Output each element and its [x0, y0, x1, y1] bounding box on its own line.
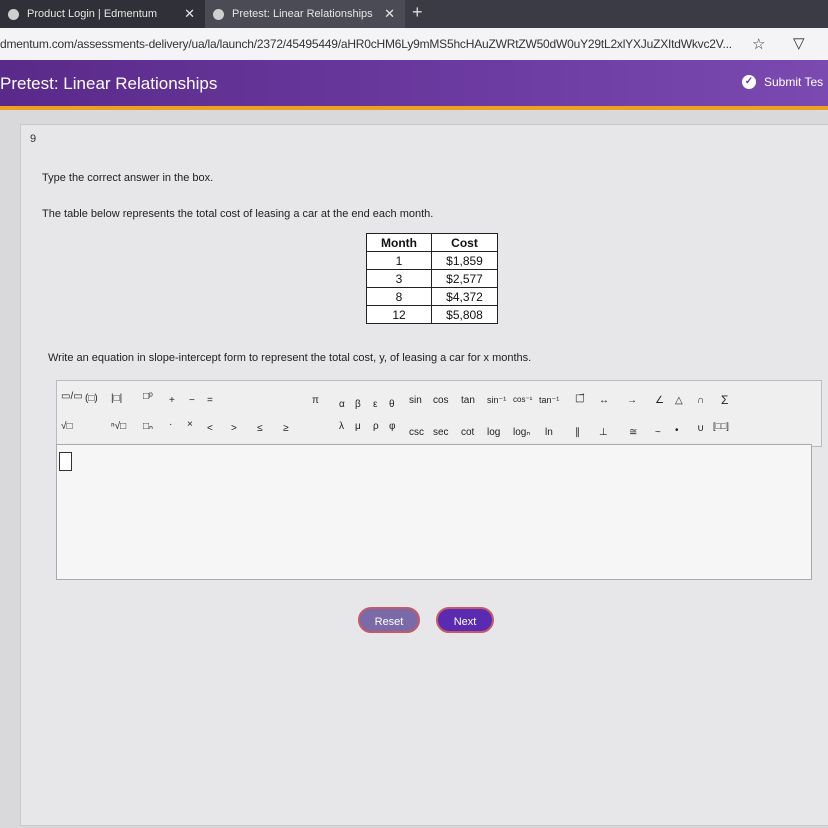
plus-button[interactable]: +	[169, 395, 175, 406]
minus-button[interactable]: −	[189, 395, 195, 406]
line-button[interactable]: ↔	[599, 395, 609, 406]
congruent-button[interactable]: ≅	[629, 427, 637, 438]
new-tab-button[interactable]: +	[412, 2, 423, 23]
table-row: 1 $1,859	[366, 251, 498, 270]
math-toolbar: ▭/▭ (□) |□| □ᵖ + − = π α β ε θ sin cos t…	[56, 380, 822, 447]
sin-button[interactable]: sin	[409, 395, 422, 406]
sec-button[interactable]: sec	[433, 427, 449, 438]
exponent-button[interactable]: □ᵖ	[143, 391, 153, 402]
bookmark-star-icon[interactable]: ☆	[752, 35, 765, 53]
log-button[interactable]: log	[487, 427, 500, 438]
close-tab-icon[interactable]: ✕	[384, 6, 395, 22]
subscript-button[interactable]: □ₙ	[143, 421, 153, 432]
parentheses-button[interactable]: (□)	[85, 393, 98, 404]
cost-cell: $4,372	[431, 287, 498, 306]
ray-button[interactable]: →	[627, 395, 637, 406]
reset-button[interactable]: Reset	[358, 607, 420, 633]
month-cell: 12	[366, 305, 432, 324]
tab-edmentum-login[interactable]: Product Login | Edmentum ✕	[0, 0, 205, 28]
tan-button[interactable]: tan	[461, 395, 475, 406]
table-header-row: Month Cost	[366, 233, 498, 252]
prompt-text: The table below represents the total cos…	[42, 208, 434, 220]
browser-tab-bar: Product Login | Edmentum ✕ Pretest: Line…	[0, 0, 828, 28]
alpha-button[interactable]: α	[339, 399, 345, 410]
rho-button[interactable]: ρ	[373, 421, 379, 432]
arctan-button[interactable]: tan⁻¹	[539, 395, 559, 406]
question-number: 9	[30, 133, 37, 145]
angle-button[interactable]: ∠	[655, 395, 664, 406]
ln-button[interactable]: ln	[545, 427, 553, 438]
mu-button[interactable]: μ	[355, 421, 361, 432]
next-button[interactable]: Next	[436, 607, 494, 633]
instruction-text: Type the correct answer in the box.	[42, 172, 214, 184]
month-cell: 1	[366, 251, 432, 270]
beta-button[interactable]: β	[355, 399, 361, 410]
month-cell: 8	[366, 287, 432, 306]
intersection-button[interactable]: ∩	[697, 395, 704, 406]
edmentum-favicon-icon	[8, 8, 19, 20]
pocket-icon[interactable]: ▽	[793, 34, 805, 52]
task-text: Write an equation in slope-intercept for…	[48, 352, 532, 364]
table-row: 8 $4,372	[366, 287, 498, 306]
times-button[interactable]: ×	[187, 419, 193, 430]
month-cell: 3	[366, 269, 432, 288]
nth-root-button[interactable]: ⁿ√□	[111, 421, 126, 432]
similar-button[interactable]: ~	[655, 427, 661, 438]
tab-label: Pretest: Linear Relationships	[232, 8, 373, 20]
column-header: Cost	[431, 233, 498, 252]
address-bar[interactable]: dmentum.com/assessments-delivery/ua/la/l…	[0, 28, 828, 61]
edmentum-favicon-icon	[213, 8, 224, 20]
cot-button[interactable]: cot	[461, 427, 474, 438]
less-equal-button[interactable]: ≤	[257, 423, 263, 434]
greater-equal-button[interactable]: ≥	[283, 423, 289, 434]
submit-test-button[interactable]: ✓ Submit Tes	[742, 75, 823, 89]
dot-button[interactable]: ·	[169, 419, 172, 430]
vector-button[interactable]: □⃗	[575, 393, 584, 404]
matrix-button[interactable]: [□□]	[713, 421, 729, 431]
cost-table: Month Cost 1 $1,859 3 $2,577 8 $4,372 12…	[366, 233, 498, 324]
arccos-button[interactable]: cos⁻¹	[513, 395, 532, 404]
tab-label: Product Login | Edmentum	[27, 8, 158, 20]
epsilon-button[interactable]: ε	[373, 399, 377, 410]
greater-than-button[interactable]: >	[231, 423, 237, 434]
csc-button[interactable]: csc	[409, 427, 424, 438]
union-button[interactable]: ∪	[697, 423, 704, 434]
summation-button[interactable]: Σ	[721, 393, 728, 407]
bullet-button[interactable]: •	[675, 425, 679, 436]
cos-button[interactable]: cos	[433, 395, 449, 406]
input-placeholder-box	[59, 452, 72, 471]
absolute-value-button[interactable]: |□|	[111, 393, 122, 404]
close-tab-icon[interactable]: ✕	[184, 6, 195, 22]
triangle-button[interactable]: △	[675, 395, 683, 406]
phi-button[interactable]: φ	[389, 421, 395, 432]
parallel-button[interactable]: ∥	[575, 427, 580, 438]
answer-input[interactable]	[56, 444, 812, 580]
page-title: Pretest: Linear Relationships	[0, 74, 218, 93]
log-base-button[interactable]: logₙ	[513, 427, 530, 438]
url-text[interactable]: dmentum.com/assessments-delivery/ua/la/l…	[0, 37, 732, 51]
pi-button[interactable]: π	[312, 395, 319, 406]
submit-label: Submit Tes	[764, 75, 824, 89]
square-root-button[interactable]: √□	[61, 421, 73, 432]
tab-pretest[interactable]: Pretest: Linear Relationships ✕	[205, 0, 405, 28]
less-than-button[interactable]: <	[207, 423, 213, 434]
equals-button[interactable]: =	[207, 395, 213, 406]
perpendicular-button[interactable]: ⊥	[599, 427, 608, 438]
column-header: Month	[366, 233, 432, 252]
assessment-header: Pretest: Linear Relationships ✓ Submit T…	[0, 60, 828, 110]
fraction-button[interactable]: ▭/▭	[61, 391, 83, 402]
cost-cell: $2,577	[431, 269, 498, 288]
check-icon: ✓	[742, 75, 756, 89]
table-row: 12 $5,808	[366, 305, 498, 324]
arcsin-button[interactable]: sin⁻¹	[487, 395, 506, 406]
cost-cell: $5,808	[431, 305, 498, 324]
theta-button[interactable]: θ	[389, 399, 395, 410]
cost-cell: $1,859	[431, 251, 498, 270]
table-row: 3 $2,577	[366, 269, 498, 288]
lambda-button[interactable]: λ	[339, 421, 344, 432]
